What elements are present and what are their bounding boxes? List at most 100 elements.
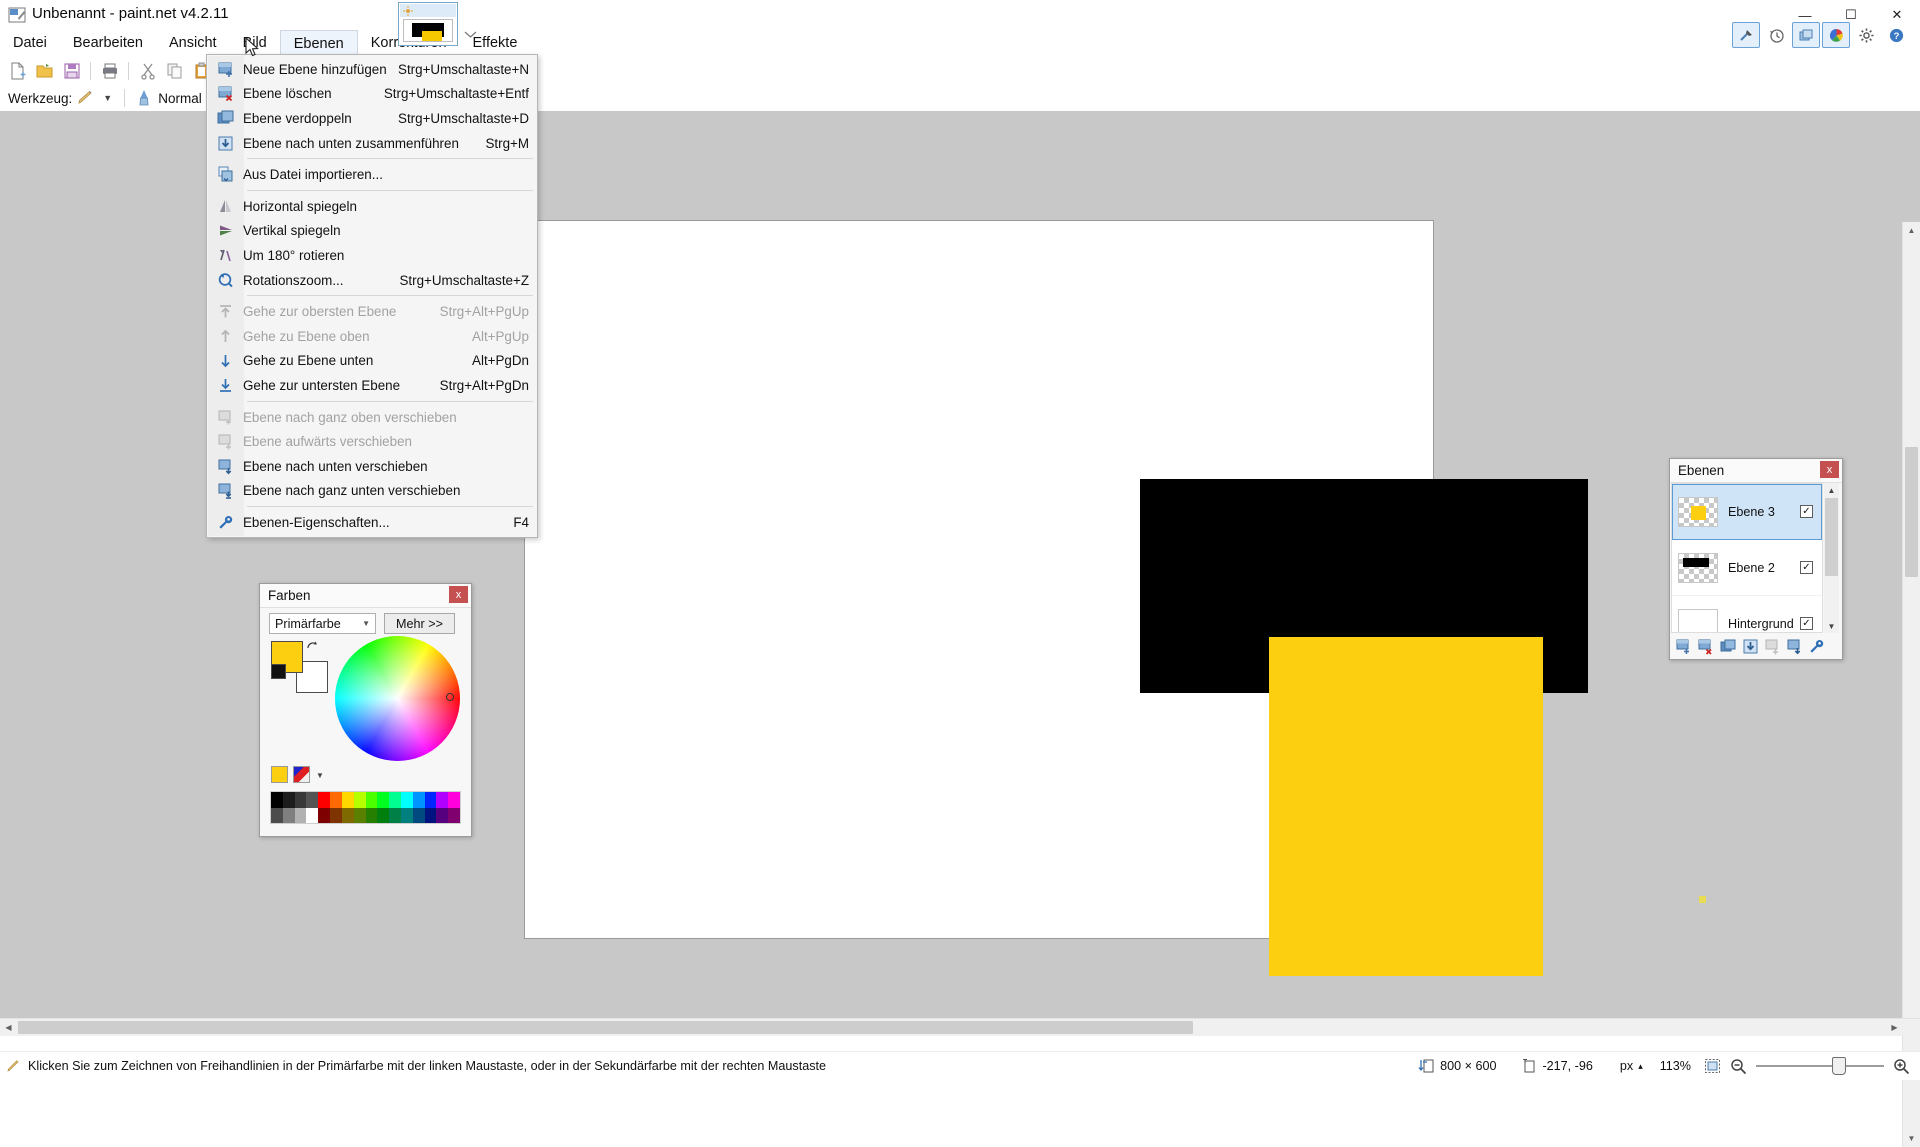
palette-swatch[interactable] [330, 792, 342, 808]
farben-panel-titlebar[interactable]: Farben x [260, 584, 471, 608]
swap-colors-icon[interactable] [306, 640, 318, 652]
vertical-scrollbar[interactable]: ▲ ▼ [1902, 222, 1920, 1147]
palette-swatch[interactable] [271, 807, 283, 823]
palette-swatch[interactable] [306, 807, 319, 823]
layer-visibility-checkbox[interactable]: ✓ [1800, 617, 1813, 630]
palette-swatch[interactable] [400, 792, 413, 808]
zoom-slider[interactable] [1756, 1057, 1884, 1075]
colors-icon[interactable] [1822, 22, 1850, 48]
tool-dropdown-caret-icon[interactable]: ▼ [103, 93, 112, 103]
menu-item-ebene-nach-unten-verschieben[interactable]: Ebene nach unten verschieben [207, 454, 537, 479]
scroll-up-icon[interactable]: ▲ [1903, 222, 1920, 239]
layers-icon[interactable] [1792, 22, 1820, 48]
palette-select-button[interactable] [293, 766, 310, 783]
menu-item-gehe-zur-obersten-ebene[interactable]: Gehe zur obersten Ebene Strg+Alt+PgUp [207, 299, 537, 324]
zoom-out-icon[interactable] [1730, 1058, 1747, 1075]
palette-swatch[interactable] [330, 807, 342, 823]
open-icon[interactable] [31, 58, 58, 84]
palette-swatch[interactable] [365, 792, 378, 808]
menu-item-ebene-nach-ganz-oben-verschieben[interactable]: Ebene nach ganz oben verschieben [207, 405, 537, 430]
layer-duplicate-button[interactable] [1719, 637, 1738, 656]
unit-group[interactable]: px ▴ [1620, 1059, 1643, 1073]
palette-swatch[interactable] [436, 807, 449, 823]
palette-swatch[interactable] [353, 807, 366, 823]
color-palette[interactable] [270, 791, 461, 824]
layer-list-scrollbar[interactable]: ▲ ▼ [1824, 483, 1839, 633]
layer-properties-button[interactable] [1807, 637, 1826, 656]
layer-visibility-checkbox[interactable]: ✓ [1800, 561, 1813, 574]
new-icon[interactable] [4, 58, 31, 84]
menu-item-ebenen-eigenschaften[interactable]: Ebenen-Eigenschaften... F4 [207, 510, 537, 535]
menu-item-ebene-aufwaerts-verschieben[interactable]: Ebene aufwärts verschieben [207, 429, 537, 454]
menu-datei[interactable]: Datei [0, 30, 60, 56]
pencil-icon[interactable] [76, 89, 96, 107]
more-colors-button[interactable]: Mehr >> [384, 613, 455, 634]
palette-swatch[interactable] [389, 807, 401, 823]
farben-close-button[interactable]: x [449, 586, 468, 603]
palette-swatch[interactable] [448, 807, 460, 823]
reset-colors-black-swatch[interactable] [271, 664, 286, 679]
menu-item-aus-datei-importieren[interactable]: Aus Datei importieren... [207, 162, 537, 187]
palette-swatch[interactable] [424, 807, 437, 823]
menu-item-gehe-zur-untersten-ebene[interactable]: Gehe zur untersten Ebene Strg+Alt+PgDn [207, 373, 537, 398]
palette-swatch[interactable] [400, 807, 413, 823]
help-icon[interactable]: ? [1882, 22, 1910, 48]
horizontal-scroll-thumb[interactable] [18, 1021, 1193, 1034]
palette-swatch[interactable] [318, 807, 331, 823]
menu-item-horizontal-spiegeln[interactable]: Horizontal spiegeln [207, 194, 537, 219]
palette-swatch[interactable] [306, 792, 319, 808]
tools-icon[interactable] [1732, 22, 1760, 48]
cut-icon[interactable] [134, 58, 161, 84]
menu-item-ebene-verdoppeln[interactable]: Ebene verdoppeln Strg+Umschaltaste+D [207, 106, 537, 131]
vertical-scroll-thumb[interactable] [1905, 447, 1918, 577]
palette-swatch[interactable] [282, 792, 295, 808]
color-wheel[interactable] [335, 636, 460, 761]
layer-row[interactable]: Hintergrund ✓ [1672, 596, 1822, 632]
ebenen-close-button[interactable]: x [1820, 461, 1839, 478]
document-list-chevron-icon[interactable] [464, 30, 477, 38]
add-palette-color-button[interactable] [271, 766, 288, 783]
layer-move-down-button[interactable] [1785, 637, 1804, 656]
zoom-in-icon[interactable] [1893, 1058, 1910, 1075]
settings-icon[interactable] [1852, 22, 1880, 48]
layer-add-button[interactable] [1675, 637, 1694, 656]
zoom-slider-handle[interactable] [1832, 1057, 1846, 1075]
copy-icon[interactable] [161, 58, 188, 84]
palette-swatch[interactable] [389, 792, 401, 808]
menu-item-gehe-zu-ebene-unten[interactable]: Gehe zu Ebene unten Alt+PgDn [207, 349, 537, 374]
print-icon[interactable] [96, 58, 123, 84]
menu-item-gehe-zu-ebene-oben[interactable]: Gehe zu Ebene oben Alt+PgUp [207, 324, 537, 349]
palette-swatch[interactable] [412, 807, 425, 823]
menu-ansicht[interactable]: Ansicht [156, 30, 230, 56]
layer-visibility-checkbox[interactable]: ✓ [1800, 505, 1813, 518]
palette-swatch[interactable] [353, 792, 366, 808]
palette-swatch[interactable] [294, 792, 307, 808]
layer-move-up-button[interactable] [1763, 637, 1782, 656]
layer-delete-button[interactable] [1697, 637, 1716, 656]
scroll-down-icon[interactable]: ▼ [1903, 1130, 1920, 1147]
palette-swatch[interactable] [377, 807, 390, 823]
menu-item-ebene-nach-unten-zusammenfuehren[interactable]: Ebene nach unten zusammenführen Strg+M [207, 131, 537, 156]
layer-scroll-up-icon[interactable]: ▲ [1824, 483, 1839, 497]
menu-item-ebene-nach-ganz-unten-verschieben[interactable]: Ebene nach ganz unten verschieben [207, 479, 537, 504]
menu-bearbeiten[interactable]: Bearbeiten [60, 30, 156, 56]
layer-scroll-thumb[interactable] [1825, 498, 1838, 576]
palette-dropdown-caret-icon[interactable]: ▼ [316, 771, 324, 780]
ebenen-panel-titlebar[interactable]: Ebenen x [1670, 459, 1842, 483]
menu-item-rotationszoom[interactable]: Rotationszoom... Strg+Umschaltaste+Z [207, 268, 537, 293]
palette-swatch[interactable] [436, 792, 449, 808]
menu-item-um-180-rotieren[interactable]: Um 180° rotieren [207, 243, 537, 268]
palette-swatch[interactable] [377, 792, 390, 808]
unit-caret-icon[interactable]: ▴ [1638, 1061, 1643, 1072]
color-mode-select[interactable]: Primärfarbe ▼ [269, 613, 376, 634]
layer-scroll-down-icon[interactable]: ▼ [1824, 619, 1839, 633]
menu-item-vertikal-spiegeln[interactable]: Vertikal spiegeln [207, 219, 537, 244]
palette-swatch[interactable] [341, 792, 354, 808]
palette-swatch[interactable] [271, 792, 283, 808]
palette-swatch[interactable] [365, 807, 378, 823]
menu-ebenen[interactable]: Ebenen [279, 30, 358, 56]
palette-swatch[interactable] [294, 807, 307, 823]
palette-swatch[interactable] [424, 792, 437, 808]
menu-item-ebene-loeschen[interactable]: Ebene löschen Strg+Umschaltaste+Entf [207, 82, 537, 107]
horizontal-scrollbar[interactable]: ◀ ▶ [0, 1018, 1920, 1036]
